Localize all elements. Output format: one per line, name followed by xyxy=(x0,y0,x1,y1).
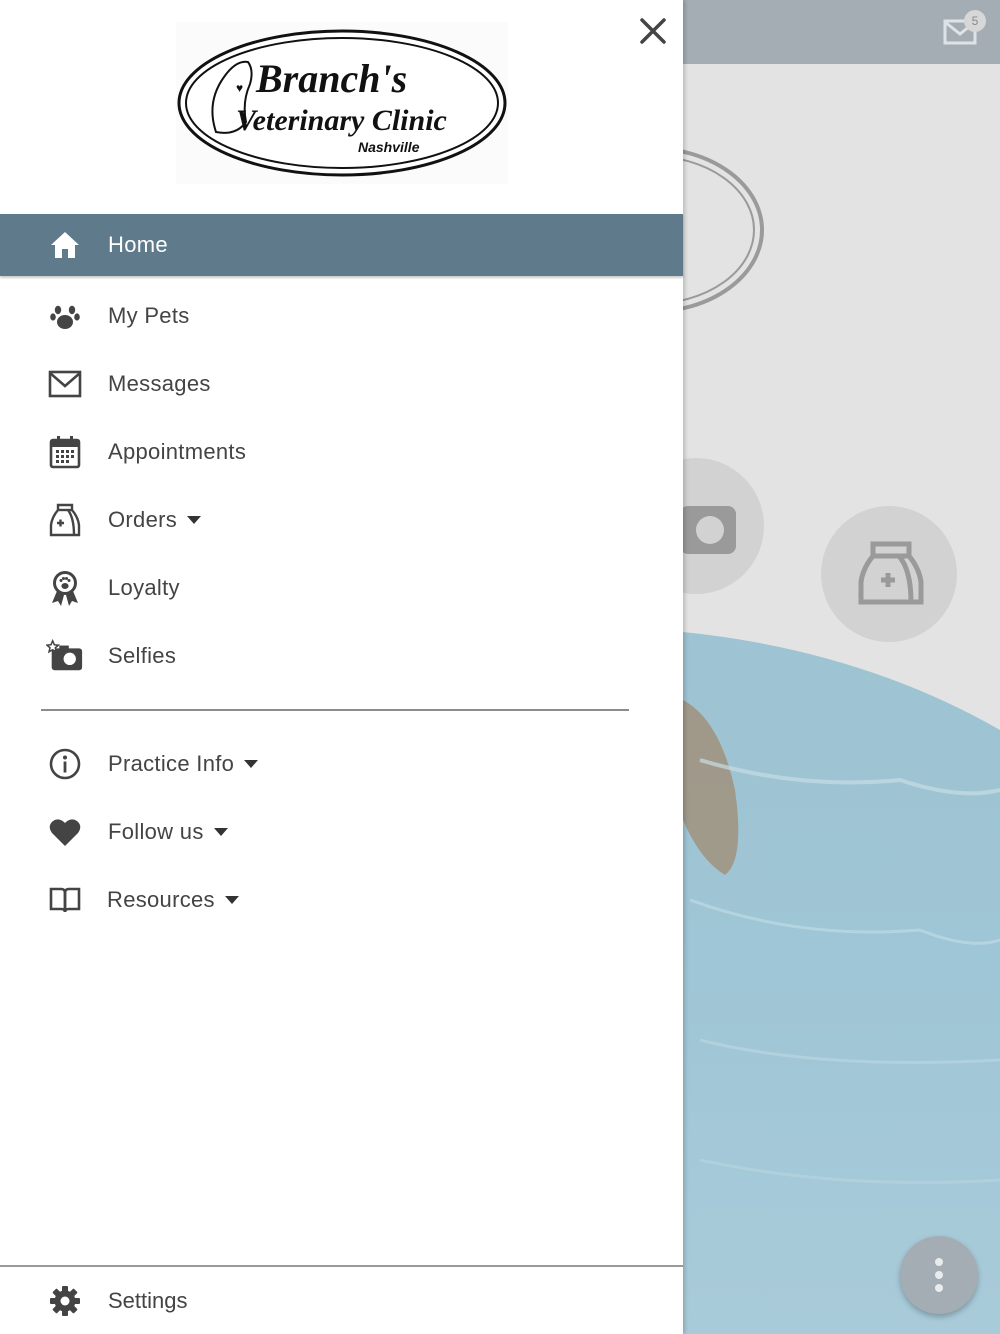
primary-menu: Home My Pets Messages Appointments Order… xyxy=(0,214,683,690)
chevron-down-icon xyxy=(187,516,202,525)
heart-icon xyxy=(46,813,84,851)
menu-item-resources[interactable]: Resources xyxy=(0,866,683,934)
navigation-drawer: ♥ Branch's Veterinary Clinic Nashville H… xyxy=(0,0,683,1334)
menu-item-messages[interactable]: Messages xyxy=(0,350,683,418)
menu-label-text: Practice Info xyxy=(108,751,235,776)
menu-item-appointments[interactable]: Appointments xyxy=(0,418,683,486)
menu-label: Messages xyxy=(108,371,211,396)
menu-item-my-pets[interactable]: My Pets xyxy=(0,282,683,350)
chevron-down-icon xyxy=(213,828,228,837)
menu-label: Loyalty xyxy=(108,575,180,600)
chevron-down-icon xyxy=(244,760,259,769)
info-icon xyxy=(46,745,84,783)
menu-label: Orders xyxy=(108,507,202,533)
paw-icon xyxy=(46,297,84,335)
logo-emblem: ♥ Branch's Veterinary Clinic Nashville xyxy=(177,29,507,177)
menu-label: Appointments xyxy=(108,439,247,464)
menu-label: Resources xyxy=(107,887,239,913)
menu-label: Practice Info xyxy=(108,751,259,777)
logo-line-1: Branch's xyxy=(255,56,407,101)
calendar-icon xyxy=(46,433,84,471)
ribbon-paw-icon xyxy=(46,569,84,607)
menu-label-text: Resources xyxy=(107,887,215,912)
menu-item-loyalty[interactable]: Loyalty xyxy=(0,554,683,622)
medicine-bag-icon xyxy=(858,541,924,605)
medicine-bag-icon xyxy=(46,501,84,539)
svg-text:♥: ♥ xyxy=(236,81,243,95)
orders-shortcut[interactable] xyxy=(821,506,957,642)
envelope-icon xyxy=(46,365,84,403)
dot xyxy=(935,1271,943,1279)
menu-label: Home xyxy=(108,232,168,257)
logo-line-2: Veterinary Clinic xyxy=(236,104,447,137)
logo-line-3: Nashville xyxy=(358,139,420,155)
menu-label-text: Orders xyxy=(108,507,178,532)
camera-star-icon xyxy=(46,637,84,675)
gear-icon xyxy=(46,1282,84,1320)
menu-item-practice-info[interactable]: Practice Info xyxy=(0,730,683,798)
menu-label: Settings xyxy=(108,1287,188,1313)
chevron-down-icon xyxy=(224,896,239,905)
clinic-logo: ♥ Branch's Veterinary Clinic Nashville xyxy=(176,22,508,184)
menu-item-home[interactable]: Home xyxy=(0,214,683,276)
dot xyxy=(935,1258,943,1266)
menu-label-text: Follow us xyxy=(108,819,204,844)
menu-label: Follow us xyxy=(108,819,228,845)
menu-label: My Pets xyxy=(108,303,190,328)
menu-item-orders[interactable]: Orders xyxy=(0,486,683,554)
menu-item-settings[interactable]: Settings xyxy=(0,1267,683,1334)
unread-badge: 5 xyxy=(964,10,986,32)
menu-label: Selfies xyxy=(108,643,177,668)
close-icon[interactable] xyxy=(632,10,674,52)
home-icon xyxy=(46,226,84,264)
menu-item-follow-us[interactable]: Follow us xyxy=(0,798,683,866)
secondary-menu: Practice Info Follow us Resources xyxy=(0,730,683,934)
menu-item-selfies[interactable]: Selfies xyxy=(0,622,683,690)
menu-divider xyxy=(41,709,629,711)
more-options-fab[interactable] xyxy=(900,1236,978,1314)
book-icon xyxy=(46,881,84,919)
dot xyxy=(935,1284,943,1292)
